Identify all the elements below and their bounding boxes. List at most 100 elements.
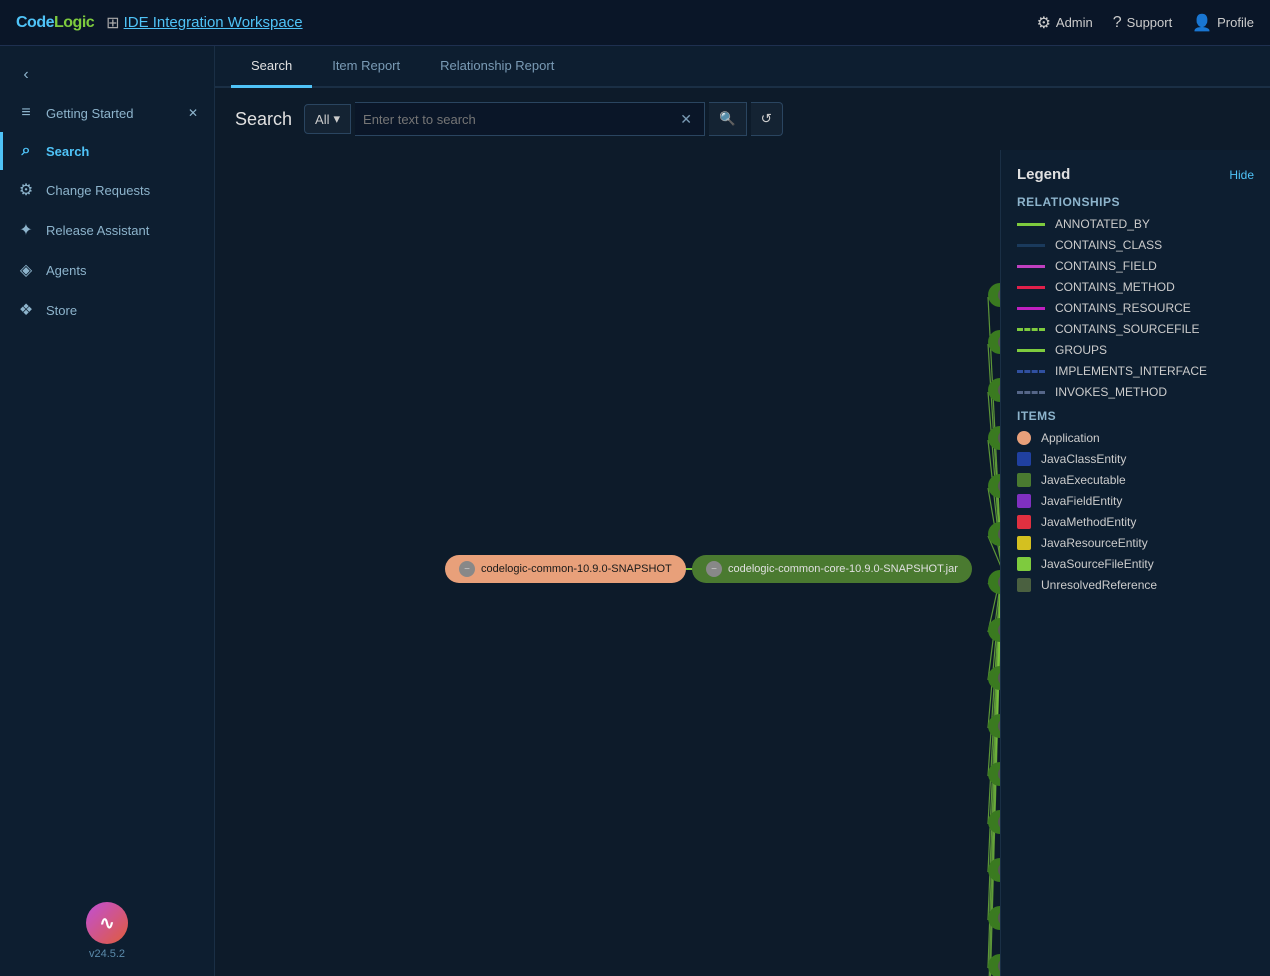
legend-relationship-label: IMPLEMENTS_INTERFACE [1055,364,1207,378]
search-reset-button[interactable]: ↺ [751,102,783,136]
legend-header: Legend Hide [1017,166,1254,183]
legend-relationship-item: CONTAINS_FIELD [1017,259,1254,273]
class-node[interactable]: +IngestionRequestBatchPublisher.class [988,666,1000,690]
class-node-expand-button[interactable]: + [998,910,1000,926]
class-node-expand-button[interactable]: + [998,958,1000,974]
legend-relationship-item: CONTAINS_SOURCEFILE [1017,322,1254,336]
workspace-link[interactable]: IDE Integration Workspace [124,14,303,31]
class-node[interactable]: +IngestionRequestBatchPublisherFactory.c… [988,762,1000,786]
class-node-expand-button[interactable]: + [998,287,1000,303]
change-requests-icon: ⚙ [16,180,36,200]
sidebar-item-collapse[interactable]: ‹ [0,56,214,94]
graph-area[interactable]: − codelogic-common-10.9.0-SNAPSHOT − cod… [215,150,1000,976]
support-button[interactable]: ? Support [1113,14,1172,32]
sidebar-item-search[interactable]: ⌕ Search [0,132,214,170]
sidebar-item-getting-started[interactable]: ≡ Getting Started ✕ [0,94,214,132]
legend-relationship-item: GROUPS [1017,343,1254,357]
app-node[interactable]: − codelogic-common-10.9.0-SNAPSHOT [445,555,686,583]
agents-icon: ◈ [16,260,36,280]
class-node-expand-button[interactable]: + [998,766,1000,782]
node-collapse-button[interactable]: − [459,561,475,577]
search-nav-icon: ⌕ [16,142,36,160]
legend-item-color [1017,431,1031,445]
legend-title: Legend [1017,166,1070,183]
tab-relationship-report[interactable]: Relationship Report [420,46,574,88]
class-node[interactable]: +IDependNodeDTO.class [988,283,1000,307]
reset-icon: ↺ [761,111,772,127]
admin-button[interactable]: ⚙ Admin [1037,13,1093,33]
class-node-expand-button[interactable]: + [998,862,1000,878]
class-node-expand-button[interactable]: + [998,478,1000,494]
profile-button[interactable]: 👤 Profile [1192,13,1254,33]
search-controls: All ▾ ✕ 🔍 ↺ [304,102,783,136]
legend-relationship-item: CONTAINS_CLASS [1017,238,1254,252]
class-node[interactable]: +IngestionRequestBatchPublisherFactory$1… [988,714,1000,738]
sidebar-item-label: Store [46,303,77,318]
class-node[interactable]: +IngestionData.class [988,426,1000,450]
tab-search[interactable]: Search [231,46,312,88]
class-node-expand-button[interactable]: + [998,622,1000,638]
node-collapse-button[interactable]: − [706,561,722,577]
close-getting-started-button[interactable]: ✕ [188,106,198,120]
legend-panel: Legend Hide Relationships ANNOTATED_BYCO… [1000,150,1270,976]
version-text: v24.5.2 [89,948,125,960]
legend-item-entry: UnresolvedReference [1017,578,1254,592]
search-input-wrapper: ✕ [355,102,705,136]
class-node-expand-button[interactable]: + [998,670,1000,686]
legend-item-label: JavaExecutable [1041,473,1126,487]
search-input[interactable] [363,112,676,127]
class-node-expand-button[interactable]: + [998,430,1000,446]
class-node[interactable]: +IngestionRequestDTO.class [988,954,1000,976]
legend-hide-button[interactable]: Hide [1229,168,1254,182]
main-layout: ‹ ≡ Getting Started ✕ ⌕ Search ⚙ Change … [0,46,1270,976]
grid-icon: ⊞ [106,13,119,33]
store-icon: ❖ [16,300,36,320]
class-node[interactable]: +IngestionRequestCollector.class [988,810,1000,834]
class-node-expand-button[interactable]: + [998,718,1000,734]
sidebar-item-agents[interactable]: ◈ Agents [0,250,214,290]
legend-line-indicator [1017,391,1045,394]
sidebar-item-label: Release Assistant [46,223,149,238]
sidebar-item-label: Change Requests [46,183,150,198]
sidebar-item-store[interactable]: ❖ Store [0,290,214,330]
tab-item-report[interactable]: Item Report [312,46,420,88]
legend-item-color [1017,494,1031,508]
class-node-expand-button[interactable]: + [998,526,1000,542]
class-node[interactable]: +IngestionMetaDataDTO.class [988,522,1000,546]
filter-dropdown[interactable]: All ▾ [304,104,351,134]
legend-item-label: Application [1041,431,1100,445]
legend-item-entry: JavaClassEntity [1017,452,1254,466]
legend-item-color [1017,578,1031,592]
help-icon: ? [1113,14,1122,32]
app-node-label: codelogic-common-10.9.0-SNAPSHOT [481,563,672,575]
search-heading: Search [235,109,292,130]
legend-item-label: UnresolvedReference [1041,578,1157,592]
legend-line-indicator [1017,223,1045,226]
jar-node[interactable]: − codelogic-common-core-10.9.0-SNAPSHOT.… [692,555,972,583]
sidebar-item-release-assistant[interactable]: ✦ Release Assistant [0,210,214,250]
class-node[interactable]: +IngestionFinalizeResultDTO.class [988,474,1000,498]
legend-items: Application JavaClassEntity JavaExecutable… [1017,431,1254,592]
class-node[interactable]: +IngestionRequestCsvFileBatchPublisher.c… [988,906,1000,930]
class-node-expand-button[interactable]: + [998,574,1000,590]
class-node[interactable]: +IngestionRequest.class [988,618,1000,642]
legend-line-indicator [1017,265,1045,268]
clear-search-button[interactable]: ✕ [676,111,696,128]
getting-started-icon: ≡ [16,104,36,122]
class-node-expand-button[interactable]: + [998,814,1000,830]
legend-item-entry: JavaFieldEntity [1017,494,1254,508]
jar-node-label: codelogic-common-core-10.9.0-SNAPSHOT.ja… [728,563,958,575]
search-submit-button[interactable]: 🔍 [709,102,747,136]
class-node-expand-button[interactable]: + [998,382,1000,398]
sidebar-item-label: Agents [46,263,86,278]
class-node-expand-button[interactable]: + [998,334,1000,350]
sidebar-item-change-requests[interactable]: ⚙ Change Requests [0,170,214,210]
class-node[interactable]: +ImpactViewDTO.class [988,378,1000,402]
legend-item-label: JavaMethodEntity [1041,515,1136,529]
class-node[interactable]: +IngestionPropertiesSerializable.class [988,570,1000,594]
class-node[interactable]: +IFinalizeTransformCallback.class [988,330,1000,354]
search-icon: 🔍 [719,111,736,127]
sidebar-item-label: Getting Started [46,106,133,121]
version-badge: ∿ [86,902,128,944]
class-node[interactable]: +IngestionRequestCsvApiBatchPublisher.cl… [988,858,1000,882]
